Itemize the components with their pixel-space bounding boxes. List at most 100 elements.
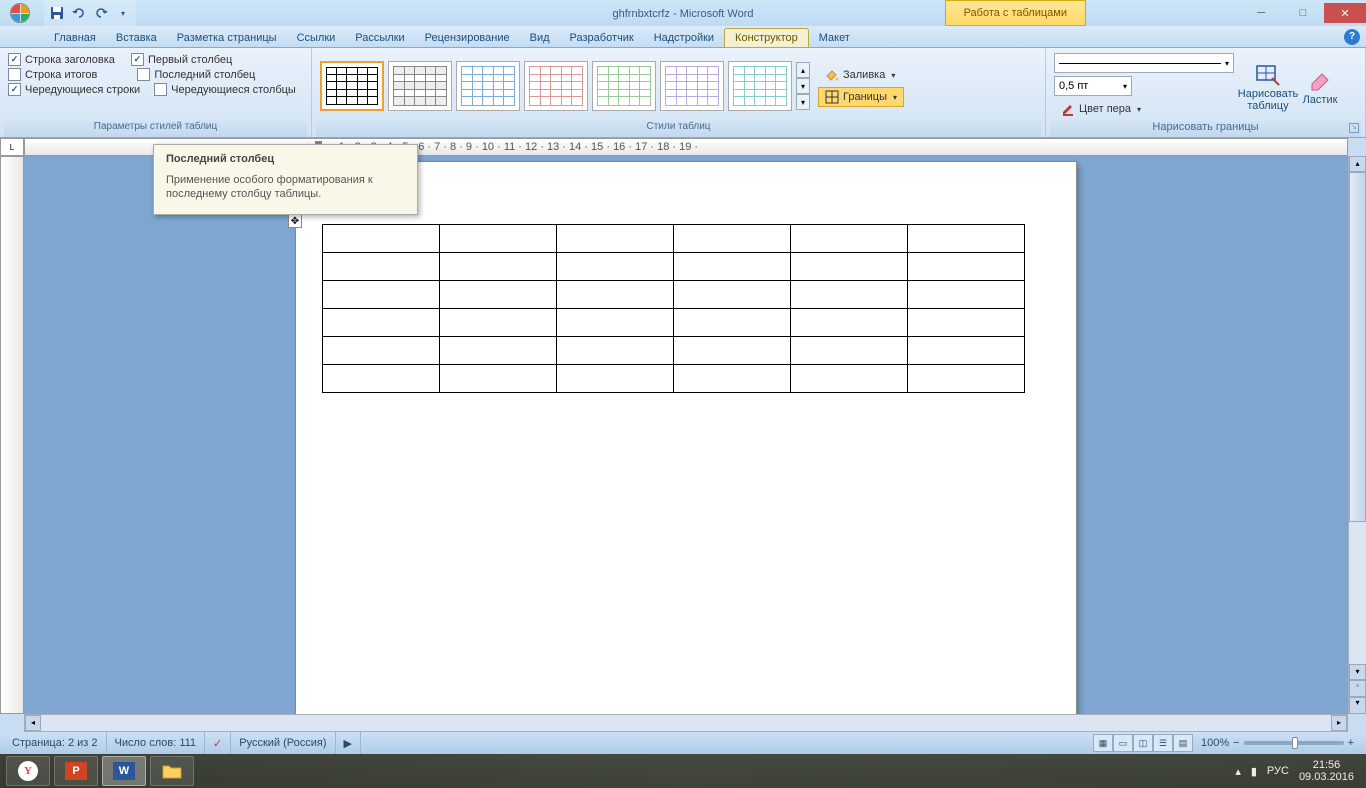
- task-yandex[interactable]: Y: [6, 756, 50, 786]
- pen-color-button[interactable]: Цвет пера▾: [1054, 99, 1234, 119]
- table-style-6[interactable]: [660, 61, 724, 111]
- contextual-tab-group-label: Работа с таблицами: [945, 0, 1086, 26]
- prev-page[interactable]: ◦: [1349, 680, 1366, 697]
- opt-last-column[interactable]: Последний столбец: [137, 68, 255, 81]
- dialog-launcher[interactable]: ↘: [1349, 123, 1359, 133]
- paint-bucket-icon: [825, 68, 839, 82]
- opt-banded-columns[interactable]: Чередующиеся столбцы: [154, 83, 296, 96]
- tab-page-layout[interactable]: Разметка страницы: [167, 29, 287, 47]
- task-word[interactable]: W: [102, 756, 146, 786]
- ribbon-tabs: Главная Вставка Разметка страницы Ссылки…: [0, 26, 1366, 48]
- redo-icon[interactable]: [92, 4, 110, 22]
- view-buttons: ▦ ▭ ◫ ☰ ▤: [1093, 734, 1193, 752]
- status-macro[interactable]: ▶: [336, 732, 361, 754]
- macro-icon: ▶: [344, 737, 352, 750]
- opt-total-row[interactable]: Строка итогов: [8, 68, 97, 81]
- opt-header-row[interactable]: Строка заголовка: [8, 53, 115, 66]
- eraser-icon: [1306, 66, 1334, 94]
- table-style-2[interactable]: [388, 61, 452, 111]
- view-full-screen[interactable]: ▭: [1113, 734, 1133, 752]
- maximize-button[interactable]: □: [1282, 3, 1324, 23]
- shading-button[interactable]: Заливка▾: [818, 65, 904, 85]
- tab-home[interactable]: Главная: [44, 29, 106, 47]
- minimize-button[interactable]: ─: [1240, 3, 1282, 23]
- view-web[interactable]: ◫: [1133, 734, 1153, 752]
- office-button[interactable]: [2, 0, 38, 26]
- tab-design[interactable]: Конструктор: [724, 28, 809, 47]
- scroll-left[interactable]: ◂: [25, 715, 41, 731]
- next-page[interactable]: ▾: [1349, 697, 1366, 714]
- folder-icon: [162, 763, 182, 779]
- zoom-level[interactable]: 100%: [1201, 737, 1229, 749]
- view-outline[interactable]: ☰: [1153, 734, 1173, 752]
- status-words[interactable]: Число слов: 111: [107, 732, 206, 754]
- tray-lang[interactable]: РУС: [1267, 765, 1289, 777]
- window-title: ghfrnbxtcrfz - Microsoft Word: [612, 6, 753, 20]
- help-button[interactable]: ?: [1344, 29, 1360, 45]
- status-language[interactable]: Русский (Россия): [231, 732, 335, 754]
- table-style-3[interactable]: [456, 61, 520, 111]
- table-move-handle[interactable]: ✥: [288, 214, 302, 228]
- opt-first-column[interactable]: Первый столбец: [131, 53, 232, 66]
- status-page[interactable]: Страница: 2 из 2: [4, 732, 107, 754]
- tray-show-hidden[interactable]: ▴: [1235, 765, 1241, 778]
- tooltip: Последний столбец Применение особого фор…: [153, 144, 418, 215]
- document-viewport[interactable]: ✥: [24, 156, 1348, 714]
- task-powerpoint[interactable]: P: [54, 756, 98, 786]
- view-print-layout[interactable]: ▦: [1093, 734, 1113, 752]
- opt-banded-rows[interactable]: Чередующиеся строки: [8, 83, 140, 96]
- tab-layout[interactable]: Макет: [809, 29, 860, 47]
- borders-button[interactable]: Границы▾: [818, 87, 904, 107]
- gallery-scroll-up[interactable]: ▴: [796, 62, 810, 78]
- tab-mailings[interactable]: Рассылки: [345, 29, 414, 47]
- tab-references[interactable]: Ссылки: [287, 29, 346, 47]
- hscroll-row: ◂ ▸: [0, 714, 1366, 732]
- save-icon[interactable]: [48, 4, 66, 22]
- line-weight-select[interactable]: 0,5 пт▾: [1054, 76, 1132, 96]
- tab-selector[interactable]: L: [0, 138, 24, 156]
- tab-insert[interactable]: Вставка: [106, 29, 167, 47]
- eraser-button[interactable]: Ластик: [1298, 51, 1342, 121]
- zoom-out[interactable]: −: [1233, 737, 1239, 749]
- proofing-icon: ✓: [213, 737, 222, 750]
- vertical-ruler[interactable]: [0, 156, 24, 714]
- vertical-scrollbar[interactable]: ▴ ▾ ◦ ▾: [1348, 156, 1366, 714]
- titlebar: ▾ ghfrnbxtcrfz - Microsoft Word Работа с…: [0, 0, 1366, 26]
- task-explorer[interactable]: [150, 756, 194, 786]
- tray-clock[interactable]: 21:56 09.03.2016: [1299, 759, 1354, 783]
- system-tray: ▴ ▮ РУС 21:56 09.03.2016: [1227, 759, 1362, 783]
- tab-review[interactable]: Рецензирование: [415, 29, 520, 47]
- tray-battery-icon[interactable]: ▮: [1251, 765, 1257, 778]
- scroll-up[interactable]: ▴: [1349, 156, 1366, 172]
- group-label-table-styles: Стили таблиц: [316, 121, 1041, 137]
- draw-table-button[interactable]: Нарисовать таблицу: [1238, 51, 1298, 121]
- table-style-7[interactable]: [728, 61, 792, 111]
- horizontal-scrollbar[interactable]: ◂ ▸: [24, 714, 1348, 732]
- close-button[interactable]: ✕: [1324, 3, 1366, 23]
- tab-view[interactable]: Вид: [520, 29, 560, 47]
- zoom-in[interactable]: +: [1348, 737, 1354, 749]
- gallery-scroll-down[interactable]: ▾: [796, 78, 810, 94]
- page: ✥: [296, 162, 1076, 714]
- view-draft[interactable]: ▤: [1173, 734, 1193, 752]
- undo-icon[interactable]: [70, 4, 88, 22]
- scroll-thumb[interactable]: [1349, 172, 1366, 522]
- ribbon: Строка заголовка Первый столбец Строка и…: [0, 48, 1366, 138]
- scroll-right[interactable]: ▸: [1331, 715, 1347, 731]
- pen-icon: [1061, 102, 1075, 116]
- line-style-select[interactable]: ▾: [1054, 53, 1234, 73]
- tab-addins[interactable]: Надстройки: [644, 29, 724, 47]
- zoom-slider[interactable]: [1244, 741, 1344, 745]
- status-proofing[interactable]: ✓: [205, 732, 231, 754]
- scroll-down[interactable]: ▾: [1349, 664, 1366, 680]
- gallery-expand[interactable]: ▾: [796, 94, 810, 110]
- tab-developer[interactable]: Разработчик: [560, 29, 644, 47]
- table-style-4[interactable]: [524, 61, 588, 111]
- document-table[interactable]: [322, 224, 1025, 393]
- table-style-1[interactable]: [320, 61, 384, 111]
- table-style-5[interactable]: [592, 61, 656, 111]
- qat-customize-icon[interactable]: ▾: [114, 4, 132, 22]
- quick-access-toolbar: ▾: [44, 0, 136, 26]
- office-logo-icon: [10, 3, 30, 23]
- table-styles-gallery: ▴ ▾ ▾: [316, 51, 814, 121]
